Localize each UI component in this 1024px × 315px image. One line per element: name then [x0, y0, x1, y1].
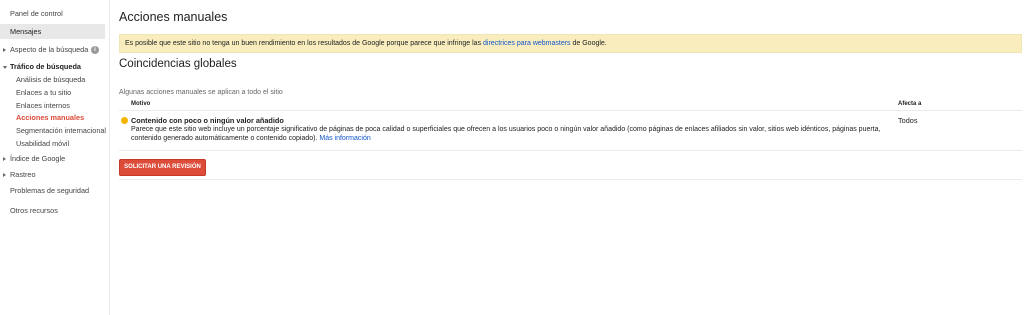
warning-text-before: Es posible que este sitio no tenga un bu… — [125, 40, 484, 47]
request-review-button[interactable]: SOLICITAR UNA REVISIÓN — [119, 159, 206, 176]
divider — [119, 110, 1022, 111]
webmaster-guidelines-link[interactable]: directrices para webmasters — [483, 40, 571, 47]
warning-banner: Es posible que este sitio no tenga un bu… — [119, 34, 1022, 53]
sidebar-item-label: Rastreo — [10, 170, 36, 179]
sidebar-item-google-index[interactable]: Índice de Google — [0, 154, 105, 164]
warning-text-after: de Google. — [570, 40, 607, 47]
affects-value: Todos — [898, 116, 918, 125]
reason-description-text: Parece que este sitio web incluye un por… — [131, 126, 881, 142]
sidebar-item-dashboard[interactable]: Panel de control — [0, 9, 105, 19]
sidebar-item-label: Índice de Google — [10, 154, 66, 163]
reason-title: Contenido con poco o ningún valor añadid… — [131, 116, 284, 125]
sidebar: Panel de control Mensajes Aspecto de la … — [0, 0, 110, 315]
sidebar-item-security-issues[interactable]: Problemas de seguridad — [0, 186, 105, 196]
chevron-right-icon — [3, 157, 6, 161]
sidebar-item-internal-links[interactable]: Enlaces internos — [0, 101, 105, 111]
sidebar-item-links-to-site[interactable]: Enlaces a tu sitio — [0, 88, 105, 98]
sidebar-item-label: Aspecto de la búsqueda — [10, 45, 89, 54]
section-title: Coincidencias globales — [119, 58, 237, 70]
chevron-right-icon — [3, 48, 6, 52]
sidebar-item-mobile-usability[interactable]: Usabilidad móvil — [0, 139, 105, 149]
divider — [119, 179, 1022, 180]
chevron-down-icon — [3, 65, 7, 69]
sidebar-item-label: Tráfico de búsqueda — [10, 62, 81, 71]
sidebar-item-search-traffic[interactable]: Tráfico de búsqueda — [0, 62, 105, 72]
sidebar-item-other-resources[interactable]: Otros recursos — [0, 206, 105, 216]
divider — [119, 150, 1022, 151]
more-info-link[interactable]: Más información — [319, 135, 370, 142]
sidebar-item-manual-actions[interactable]: Acciones manuales — [0, 113, 105, 123]
column-header-affects: Afecta a — [898, 101, 922, 107]
warning-icon — [121, 117, 128, 124]
chevron-right-icon — [3, 173, 6, 177]
section-subtitle: Algunas acciones manuales se aplican a t… — [119, 89, 283, 96]
column-header-reason: Motivo — [131, 101, 151, 107]
sidebar-item-international-targeting[interactable]: Segmentación internacional — [0, 126, 106, 136]
info-icon[interactable]: i — [91, 46, 99, 54]
sidebar-item-crawl[interactable]: Rastreo — [0, 170, 105, 180]
sidebar-item-search-analytics[interactable]: Análisis de búsqueda — [0, 75, 105, 85]
reason-description: Parece que este sitio web incluye un por… — [131, 125, 891, 143]
sidebar-item-messages[interactable]: Mensajes — [0, 24, 105, 39]
page-title: Acciones manuales — [119, 10, 228, 24]
sidebar-item-search-appearance[interactable]: Aspecto de la búsqueda i — [0, 45, 105, 55]
